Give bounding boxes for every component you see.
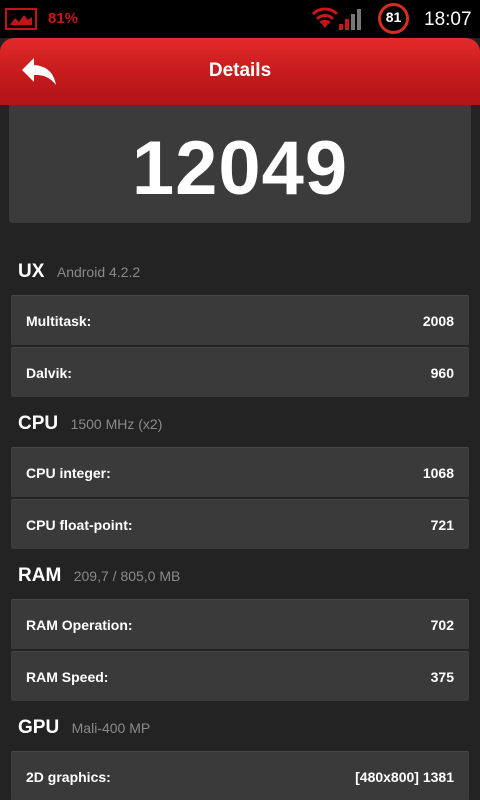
clock: 18:07 xyxy=(424,9,472,30)
list-item[interactable]: CPU float-point: 721 xyxy=(11,499,469,549)
wifi-icon xyxy=(311,7,339,28)
section-subtitle: 209,7 / 805,0 MB xyxy=(73,568,181,584)
row-label: 2D graphics: xyxy=(26,769,111,785)
section-title: RAM xyxy=(18,565,62,586)
list-item[interactable]: RAM Operation: 702 xyxy=(11,599,469,649)
row-label: Multitask: xyxy=(26,313,92,329)
score-card: 12049 xyxy=(9,105,471,223)
row-value: 1068 xyxy=(422,465,454,481)
section-ram: RAM 209,7 / 805,0 MB xyxy=(18,565,180,595)
section-subtitle: 1500 MHz (x2) xyxy=(70,416,163,432)
section-title: CPU xyxy=(18,413,59,434)
signal-icon xyxy=(339,9,361,30)
section-cpu: CPU 1500 MHz (x2) xyxy=(18,413,162,443)
list-item[interactable]: Multitask: 2008 xyxy=(11,295,469,345)
section-title: GPU xyxy=(18,717,60,738)
row-value: 721 xyxy=(430,517,454,533)
row-label: RAM Operation: xyxy=(26,617,133,633)
row-label: CPU float-point: xyxy=(26,517,133,533)
list-item[interactable]: Dalvik: 960 xyxy=(11,347,469,397)
row-value: 702 xyxy=(430,617,454,633)
gallery-icon xyxy=(5,8,37,30)
row-label: CPU integer: xyxy=(26,465,111,481)
header-bar: Details xyxy=(0,38,480,105)
section-ux: UX Android 4.2.2 xyxy=(18,261,140,291)
row-label: Dalvik: xyxy=(26,365,72,381)
list-item[interactable]: CPU integer: 1068 xyxy=(11,447,469,497)
screen: 81% 81 18:07 Details 12049 UX Android 4.… xyxy=(0,0,480,800)
section-gpu: GPU Mali-400 MP xyxy=(18,717,150,747)
status-bar: 81% 81 18:07 xyxy=(0,0,480,38)
monitor-value: 81 xyxy=(385,9,402,25)
monitor-badge: 81 xyxy=(377,2,410,35)
row-value: 375 xyxy=(430,669,454,685)
row-value: 2008 xyxy=(422,313,454,329)
section-subtitle: Mali-400 MP xyxy=(71,720,151,736)
page-title: Details xyxy=(208,60,272,81)
section-title: UX xyxy=(18,261,45,282)
battery-percent: 81% xyxy=(48,10,79,27)
list-item[interactable]: RAM Speed: 375 xyxy=(11,651,469,701)
section-subtitle: Android 4.2.2 xyxy=(56,264,141,280)
list-item[interactable]: 2D graphics: [480x800] 1381 xyxy=(11,751,469,800)
row-value: [480x800] 1381 xyxy=(355,769,454,785)
total-score: 12049 xyxy=(131,126,349,211)
row-label: RAM Speed: xyxy=(26,669,109,685)
row-value: 960 xyxy=(430,365,454,381)
